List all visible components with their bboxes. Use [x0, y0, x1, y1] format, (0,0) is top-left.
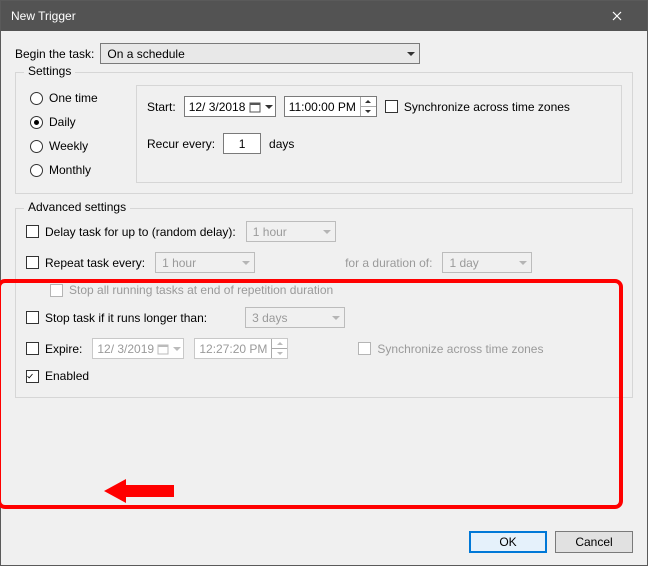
repeat-task-checkbox[interactable]: Repeat task every: — [26, 256, 145, 270]
calendar-icon — [247, 99, 263, 115]
chevron-down-icon — [242, 261, 250, 265]
chevron-down-icon — [323, 230, 331, 234]
expire-checkbox[interactable]: Expire: — [26, 342, 82, 356]
chevron-down-icon — [332, 316, 340, 320]
chevron-down-icon — [519, 261, 527, 265]
recur-label: Recur every: — [147, 137, 215, 151]
radio-weekly[interactable]: Weekly — [30, 139, 122, 153]
begin-task-label: Begin the task: — [15, 47, 94, 61]
close-icon — [612, 11, 622, 21]
stop-if-longer-combo[interactable]: 3 days — [245, 307, 345, 328]
repeat-duration-combo[interactable]: 1 day — [442, 252, 532, 273]
expire-sync-tz-checkbox: Synchronize across time zones — [358, 342, 543, 356]
settings-group: Settings One time Daily Weekly Monthly — [15, 72, 633, 194]
titlebar: New Trigger — [1, 1, 647, 31]
begin-task-combo[interactable]: On a schedule — [100, 43, 420, 64]
chevron-down-icon — [173, 347, 181, 351]
start-time-field[interactable]: 11:00:00 PM — [284, 96, 377, 117]
repeat-interval-combo[interactable]: 1 hour — [155, 252, 255, 273]
start-date-field[interactable]: 12/ 3/2018 — [184, 96, 276, 117]
expire-time-field[interactable]: 12:27:20 PM — [194, 338, 288, 359]
check-icon — [27, 371, 33, 382]
start-label: Start: — [147, 100, 176, 114]
close-button[interactable] — [597, 1, 637, 31]
annotation-arrow — [104, 476, 174, 506]
expire-date-field[interactable]: 12/ 3/2019 — [92, 338, 184, 359]
recur-unit: days — [269, 137, 294, 151]
sync-timezones-checkbox[interactable]: Synchronize across time zones — [385, 100, 570, 114]
advanced-legend: Advanced settings — [24, 200, 130, 214]
window-title: New Trigger — [11, 9, 597, 23]
radio-daily[interactable]: Daily — [30, 115, 122, 129]
radio-monthly[interactable]: Monthly — [30, 163, 122, 177]
stop-all-tasks-checkbox: Stop all running tasks at end of repetit… — [50, 283, 333, 297]
advanced-settings-group: Advanced settings Delay task for up to (… — [15, 208, 633, 398]
chevron-down-icon — [265, 105, 273, 109]
enabled-checkbox[interactable]: Enabled — [26, 369, 89, 383]
delay-task-checkbox[interactable]: Delay task for up to (random delay): — [26, 225, 236, 239]
new-trigger-dialog: New Trigger Begin the task: On a schedul… — [0, 0, 648, 566]
repeat-duration-label: for a duration of: — [345, 256, 432, 270]
cancel-button[interactable]: Cancel — [555, 531, 633, 553]
stop-if-longer-checkbox[interactable]: Stop task if it runs longer than: — [26, 311, 207, 325]
delay-task-combo[interactable]: 1 hour — [246, 221, 336, 242]
radio-one-time[interactable]: One time — [30, 91, 122, 105]
calendar-icon — [155, 341, 171, 357]
recur-value-field[interactable]: 1 — [223, 133, 261, 154]
time-spinner[interactable] — [360, 97, 376, 116]
time-spinner[interactable] — [271, 339, 287, 358]
settings-legend: Settings — [24, 64, 75, 78]
chevron-down-icon — [407, 52, 415, 56]
ok-button[interactable]: OK — [469, 531, 547, 553]
